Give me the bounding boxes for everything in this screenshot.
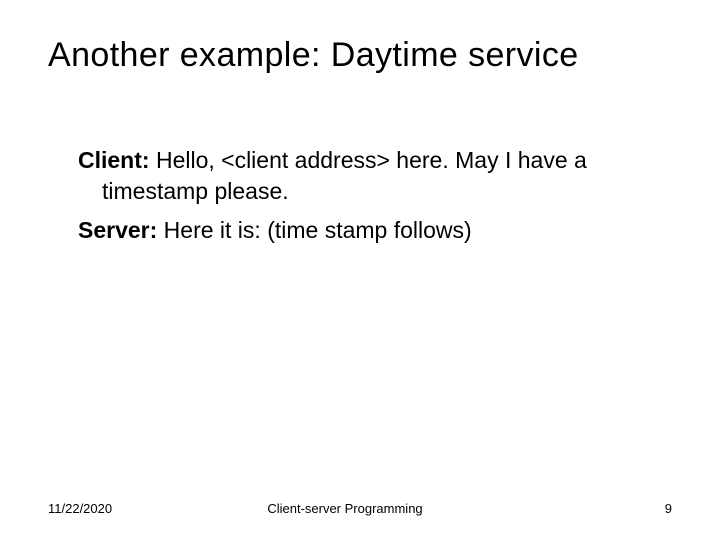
footer-center: Client-server Programming <box>18 501 672 516</box>
server-paragraph: Server: Here it is: (time stamp follows) <box>78 215 638 246</box>
client-label: Client: <box>78 147 150 173</box>
server-text: Here it is: (time stamp follows) <box>157 217 471 243</box>
client-text-line1: Hello, <client address> here. May I have… <box>150 147 587 173</box>
slide-body: Client: Hello, <client address> here. Ma… <box>48 145 672 254</box>
client-text-line2: timestamp please. <box>78 176 638 207</box>
slide-title: Another example: Daytime service <box>48 36 672 75</box>
client-paragraph: Client: Hello, <client address> here. Ma… <box>78 145 638 207</box>
server-label: Server: <box>78 217 157 243</box>
slide: Another example: Daytime service Client:… <box>0 0 720 540</box>
slide-footer: 11/22/2020 Client-server Programming 9 <box>48 501 672 516</box>
